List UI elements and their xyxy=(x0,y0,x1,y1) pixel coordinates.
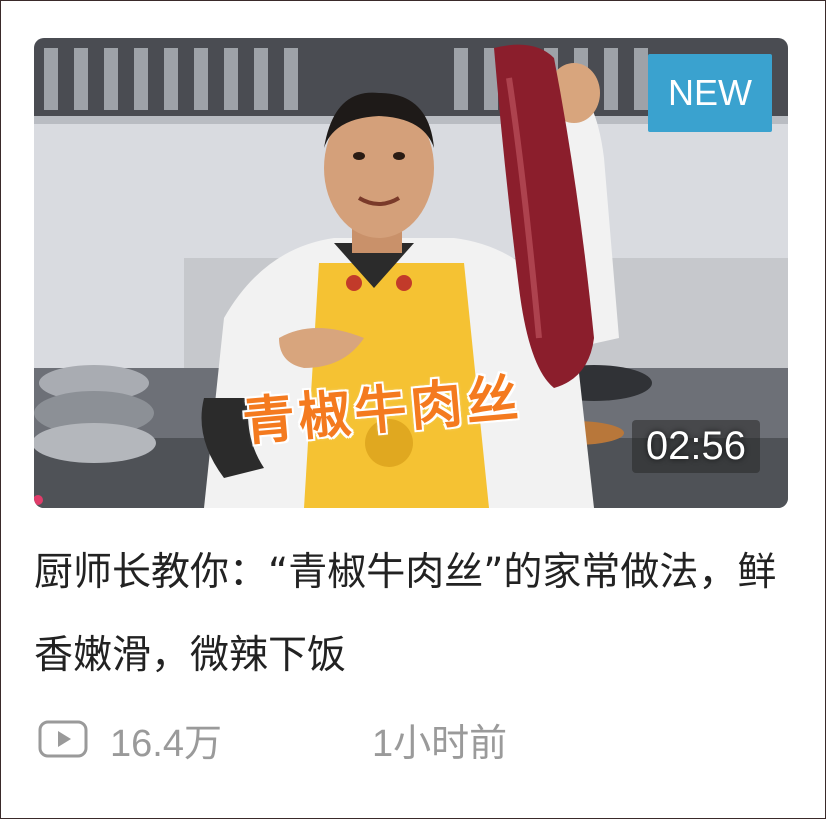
video-thumbnail[interactable]: NEW 青椒牛肉丝 02:56 xyxy=(34,38,788,508)
view-count: 16.4万 xyxy=(110,722,222,765)
video-duration: 02:56 xyxy=(631,420,760,473)
play-icon xyxy=(38,720,88,758)
video-card[interactable]: NEW 青椒牛肉丝 02:56 厨师长教你：“青椒牛肉丝”的家常做法，鲜香嫩滑，… xyxy=(0,0,826,819)
video-meta: 16.4万 1小时前 xyxy=(38,709,507,769)
publish-time: 1小时前 xyxy=(371,722,508,765)
video-title[interactable]: 厨师长教你：“青椒牛肉丝”的家常做法，鲜香嫩滑，微辣下饭 xyxy=(34,531,794,697)
new-badge: NEW xyxy=(648,54,772,132)
